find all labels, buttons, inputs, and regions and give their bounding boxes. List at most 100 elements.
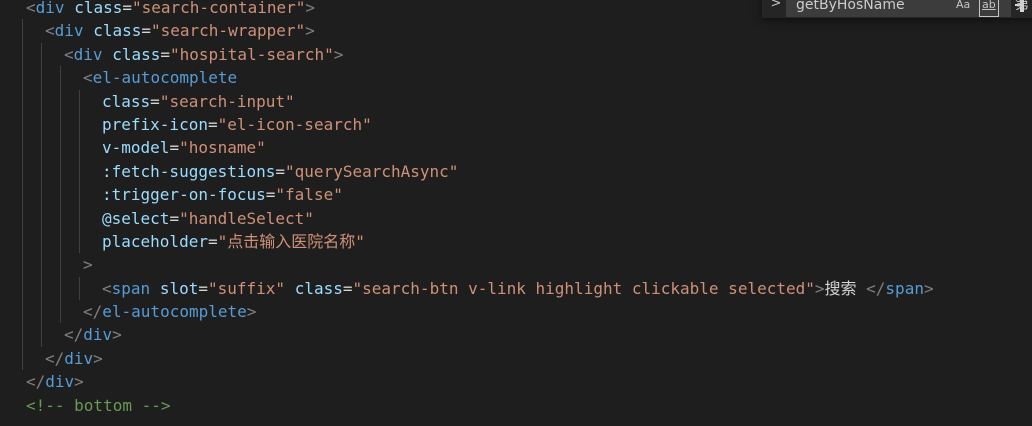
code-line[interactable]: <!-- bottom --> [0, 394, 1032, 417]
indent-guide [60, 136, 61, 160]
code-token-tag: div [73, 44, 103, 64]
code-line[interactable]: <span slot="suffix" class="search-btn v-… [0, 276, 1032, 301]
indent-guide [22, 89, 23, 113]
indent-guide [79, 276, 80, 301]
code-line[interactable]: :fetch-suggestions="querySearchAsync" [0, 159, 1032, 184]
indent-guide [60, 276, 61, 301]
chevron-right-icon[interactable]: > [768, 0, 784, 13]
indent-guide [22, 183, 23, 207]
code-token-attr: placeholder [102, 231, 208, 251]
code-line[interactable]: </el-autocomplete> [0, 300, 1032, 324]
indent-guide [79, 136, 80, 160]
code-line[interactable]: class="search-input" [0, 89, 1032, 113]
code-line-text: @select="handleSelect" [102, 207, 314, 230]
code-editor[interactable]: <div class="search-container"> <div class… [0, 0, 1032, 426]
code-token-str: "search-container" [132, 0, 306, 17]
code-token-op [150, 279, 160, 298]
code-token-str: "false" [275, 185, 343, 205]
indent-guide [79, 229, 80, 254]
find-input[interactable]: getByHosName Aa ab [786, 0, 1024, 17]
code-token-op: = [150, 91, 160, 111]
code-line-text: <span slot="suffix" class="search-btn v-… [102, 277, 934, 300]
code-token-attr: class [102, 91, 151, 111]
code-token-tag: div [35, 0, 65, 17]
code-line[interactable]: </div> [0, 346, 1032, 371]
code-line-text: </div> [26, 370, 84, 393]
code-token-punct: > [93, 348, 103, 368]
code-token-punct: </ [64, 325, 84, 345]
indent-guide [79, 206, 80, 230]
indent-guide [60, 229, 61, 254]
indent-guide [79, 159, 80, 184]
code-token-punct: </ [866, 278, 886, 298]
code-lines[interactable]: <div class="search-container"> <div class… [0, 0, 1032, 417]
code-token-str: "search-wrapper" [151, 21, 306, 41]
indent-guide [41, 229, 42, 254]
indent-guide [41, 323, 42, 347]
code-line[interactable]: <div class="search-wrapper"> [0, 19, 1032, 43]
indent-guide [41, 42, 42, 67]
indent-guide [22, 159, 23, 184]
code-line[interactable]: <el-autocomplete [0, 66, 1032, 90]
code-line-text: <div class="search-wrapper"> [45, 19, 315, 42]
code-token-tag: div [45, 372, 75, 392]
code-token-punct: < [102, 278, 112, 298]
indent-guide [79, 89, 80, 113]
code-token-tag: el-autocomplete [102, 302, 247, 322]
code-token-str: "点击输入医院名称" [217, 231, 365, 251]
code-line-text: prefix-icon="el-icon-search" [102, 113, 372, 136]
code-line[interactable]: <div class="hospital-search"> [0, 42, 1032, 67]
code-token-op: = [169, 138, 180, 158]
code-line[interactable]: </div> [0, 323, 1032, 347]
code-line[interactable]: @select="handleSelect" [0, 206, 1032, 230]
code-token-punct: </ [83, 302, 103, 322]
code-line-text: <div class="hospital-search"> [64, 43, 343, 66]
code-token-tag: div [54, 21, 84, 41]
indent-guide [60, 112, 61, 137]
code-line-text: <el-autocomplete [83, 66, 237, 89]
code-token-punct: > [333, 44, 344, 64]
indent-guide [22, 42, 23, 67]
indent-guide [60, 66, 61, 90]
code-line[interactable]: > [0, 253, 1032, 277]
code-token-punct: </ [26, 372, 46, 392]
code-token-punct: > [923, 278, 934, 298]
code-token-tag: div [64, 348, 94, 368]
code-line[interactable]: </div> [0, 370, 1032, 393]
code-token-str: "suffix" [207, 278, 286, 298]
code-line[interactable]: v-model="hosname" [0, 136, 1032, 160]
whole-word-toggle[interactable]: ab [979, 0, 999, 17]
indent-guide [60, 89, 61, 113]
indent-guide [22, 346, 23, 371]
indent-guide [22, 253, 23, 277]
code-token-punct: > [305, 0, 316, 17]
match-case-toggle[interactable]: Aa [956, 0, 970, 14]
indent-guide [41, 183, 42, 207]
code-token-attr: @select [102, 208, 170, 228]
indent-guide [41, 276, 42, 301]
code-token-punct: > [246, 302, 257, 322]
code-token-op: = [122, 0, 132, 17]
code-token-punct: < [83, 68, 93, 88]
code-token-attr: slot [159, 278, 199, 298]
code-token-punct: > [83, 255, 93, 275]
code-token-str: "hosname" [179, 138, 266, 158]
code-token-punct: > [74, 372, 84, 392]
code-token-op: = [141, 21, 151, 41]
code-line[interactable]: placeholder="点击输入医院名称" [0, 229, 1032, 254]
code-line[interactable]: prefix-icon="el-icon-search" [0, 112, 1032, 137]
find-result-count: 第 [1015, 0, 1029, 13]
code-line[interactable]: :trigger-on-focus="false" [0, 183, 1032, 207]
code-line-text: :fetch-suggestions="querySearchAsync" [102, 160, 458, 183]
code-token-op [103, 45, 113, 64]
code-token-punct: </ [45, 348, 65, 368]
code-token-str: "hospital-search" [170, 44, 334, 64]
indent-guide [41, 206, 42, 230]
code-token-op: = [265, 185, 276, 205]
code-token-str: "search-input" [159, 91, 295, 111]
code-line-text: </div> [45, 347, 103, 370]
indent-guide [22, 300, 23, 324]
indent-guide [79, 112, 80, 137]
code-token-op: = [342, 278, 353, 298]
indent-guide [22, 323, 23, 347]
